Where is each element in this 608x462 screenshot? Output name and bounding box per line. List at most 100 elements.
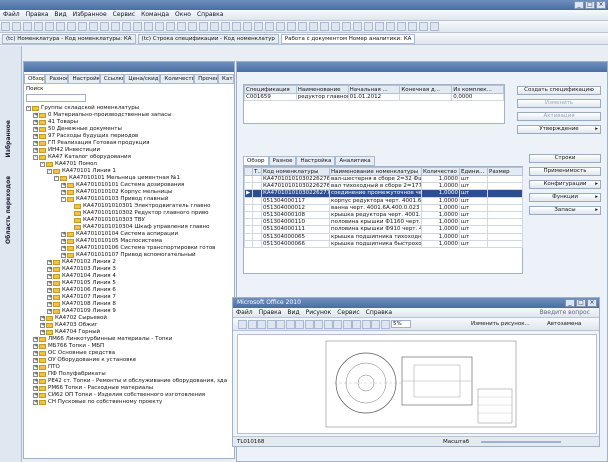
tree-item[interactable]: + КА470108 Линия 8 xyxy=(26,301,232,308)
cell-qty[interactable]: 1,0000 xyxy=(421,182,460,191)
office-menu-item[interactable]: Рисунок xyxy=(303,308,335,317)
tree-item[interactable]: КА470101010302 Редуктор главного приво xyxy=(26,210,232,217)
expand-icon[interactable]: + xyxy=(33,351,38,356)
nomenclature-tab[interactable]: Ссылки xyxy=(99,74,125,84)
office-menu-item[interactable]: Сервис xyxy=(334,308,362,317)
spec-header-cell[interactable]: С001659 xyxy=(244,92,297,102)
toolbar-button-icon[interactable] xyxy=(199,22,208,31)
office-toolbar-icon[interactable] xyxy=(380,320,390,329)
cell-size[interactable] xyxy=(487,232,523,241)
menu-item[interactable]: Правка xyxy=(23,10,52,19)
cell-size[interactable] xyxy=(487,189,523,198)
expand-icon[interactable]: + xyxy=(47,274,52,279)
tree-item[interactable]: КА470101010301 Электродвигатель главно xyxy=(26,203,232,210)
office-toolbar-icon[interactable] xyxy=(304,320,314,329)
toolbar-button-icon[interactable] xyxy=(89,22,98,31)
toolbar-button-icon[interactable] xyxy=(67,22,76,31)
tree-item[interactable]: + ПТО xyxy=(26,364,232,371)
toolbar-button-icon[interactable] xyxy=(122,22,131,31)
expand-icon[interactable]: + xyxy=(47,288,52,293)
cell-code[interactable]: 051304000111 xyxy=(261,225,330,234)
tree-item[interactable]: КА470101010303 ТВУ xyxy=(26,217,232,224)
spec-header-cell[interactable]: редуктор главного привода мел... xyxy=(295,92,349,102)
minimize-icon[interactable]: _ xyxy=(574,1,584,9)
toolbar-button-icon[interactable] xyxy=(375,22,384,31)
expand-icon[interactable]: + xyxy=(47,281,52,286)
expand-icon[interactable]: + xyxy=(61,246,66,251)
menu-item[interactable]: Сервис xyxy=(110,10,138,19)
tree-item[interactable]: + КА470103 Линия 3 xyxy=(26,266,232,273)
expand-icon[interactable]: + xyxy=(33,148,38,153)
office-menu-item[interactable]: Правка xyxy=(256,308,285,317)
office-toolbar-icon[interactable] xyxy=(333,320,342,329)
office-close-icon[interactable]: × xyxy=(587,299,597,307)
cell-qty[interactable]: 1,0000 xyxy=(421,218,460,227)
cell-name[interactable]: крышка подшипника тихоходно... xyxy=(329,232,422,241)
tree-item[interactable]: + КА4701010102 Корпус мельницы xyxy=(26,189,232,196)
tree-item[interactable]: - КА47 Каталог оборудования xyxy=(26,154,232,161)
row-action-button[interactable]: Конфигурации ▸ xyxy=(529,180,601,189)
tree-item[interactable]: + ОУ Оборудование к установке xyxy=(26,357,232,364)
office-toolbar-icon[interactable] xyxy=(323,320,333,329)
expand-icon[interactable]: + xyxy=(61,239,66,244)
expand-icon[interactable]: + xyxy=(33,113,38,118)
cell-code[interactable]: 051304000110 xyxy=(261,218,330,227)
document-tab[interactable]: (tc) Строка спецификации - Код номенклат… xyxy=(137,34,279,44)
vtab-favorites[interactable]: Избранное xyxy=(5,120,12,158)
office-menu-item[interactable]: Файл xyxy=(233,308,256,317)
close-icon[interactable]: × xyxy=(596,1,606,9)
spec-header-cell[interactable]: 0,0000 xyxy=(451,92,504,102)
toolbar-button-icon[interactable] xyxy=(430,22,439,31)
toolbar-button-icon[interactable] xyxy=(45,22,54,31)
menu-item[interactable]: Вид xyxy=(51,10,69,19)
cell-unit[interactable]: шт xyxy=(459,232,488,241)
collapse-icon[interactable]: - xyxy=(61,197,66,202)
cell-qty[interactable]: 1,0000 xyxy=(421,203,460,212)
expand-icon[interactable]: + xyxy=(47,309,52,314)
office-toolbar-icon[interactable] xyxy=(371,320,380,329)
spec-header-cell[interactable] xyxy=(399,92,453,102)
tree-item[interactable]: + МБ766 Топки - МБП xyxy=(26,343,232,350)
expand-icon[interactable]: + xyxy=(33,365,38,370)
tree-item[interactable]: + ГП Реализация Готовая продукция xyxy=(26,140,232,147)
table-row[interactable]: 051304000066 крышка подшипника быстроход.… xyxy=(244,239,523,248)
toolbar-button-icon[interactable] xyxy=(309,22,318,31)
office-toolbar-icon[interactable] xyxy=(361,320,371,329)
drawing-canvas[interactable] xyxy=(237,334,597,434)
cell-name[interactable]: вал тихоходный в сборе 2=177... xyxy=(329,182,422,191)
document-tab[interactable]: Работа с документом Номер аналитики: КА xyxy=(280,34,416,44)
tree-item[interactable]: + КА4701010101 Система дозирования xyxy=(26,182,232,189)
cell-name[interactable]: корпус редуктора черт. 4001.6... xyxy=(329,196,422,205)
office-toolbar-icon[interactable] xyxy=(266,320,276,329)
cell-name[interactable]: вал-шестерня в сборе 2=32 Фш... xyxy=(329,174,422,184)
spec-column-header[interactable]: Размер xyxy=(487,167,523,176)
table-row[interactable]: ▶ КА470101010302262771 соединение промежут… xyxy=(244,189,523,198)
tree-item[interactable]: - КА470101 Линия 1 xyxy=(26,168,232,175)
tree-item[interactable]: + КА4701010104 Система аспирации xyxy=(26,231,232,238)
cell-unit[interactable]: шт xyxy=(459,239,488,248)
tree-item[interactable]: + ПФ Полуфабрикаты xyxy=(26,371,232,378)
spec-tab[interactable]: Аналитика xyxy=(335,156,375,166)
nomenclature-tab[interactable]: Настройка xyxy=(68,74,100,84)
cell-name[interactable]: ванна черт. 4001.6А.400.0.023 xyxy=(329,203,422,212)
spec-header-column[interactable]: Наименование xyxy=(295,85,349,94)
collapse-icon[interactable]: - xyxy=(54,176,59,181)
nomenclature-tab[interactable]: Цена/скидка xyxy=(124,74,161,84)
table-row[interactable]: 051304000111 половина крышки Ф910 черт. 4… xyxy=(244,225,523,234)
spec-tab[interactable]: Разное xyxy=(268,156,297,166)
expand-icon[interactable]: + xyxy=(61,232,66,237)
cell-name[interactable]: половина крышки Ф910 черт. 40... xyxy=(329,225,422,234)
cell-qty[interactable]: 1,0000 xyxy=(421,196,460,205)
row-action-button[interactable]: Строки xyxy=(529,154,601,163)
toolbar-button-icon[interactable] xyxy=(298,22,307,31)
toolbar-button-icon[interactable] xyxy=(12,22,21,31)
menu-item[interactable]: Файл xyxy=(0,10,23,19)
cell-code[interactable]: 051304000117 xyxy=(261,196,330,205)
edit-picture-button[interactable]: Изменить рисунок... xyxy=(471,321,530,327)
expand-icon[interactable]: + xyxy=(47,260,52,265)
expand-icon[interactable]: + xyxy=(33,120,38,125)
cell-size[interactable] xyxy=(487,196,523,205)
cell-size[interactable] xyxy=(487,174,523,184)
nomenclature-tab[interactable]: Разное xyxy=(45,74,69,84)
expand-icon[interactable]: + xyxy=(33,337,38,342)
